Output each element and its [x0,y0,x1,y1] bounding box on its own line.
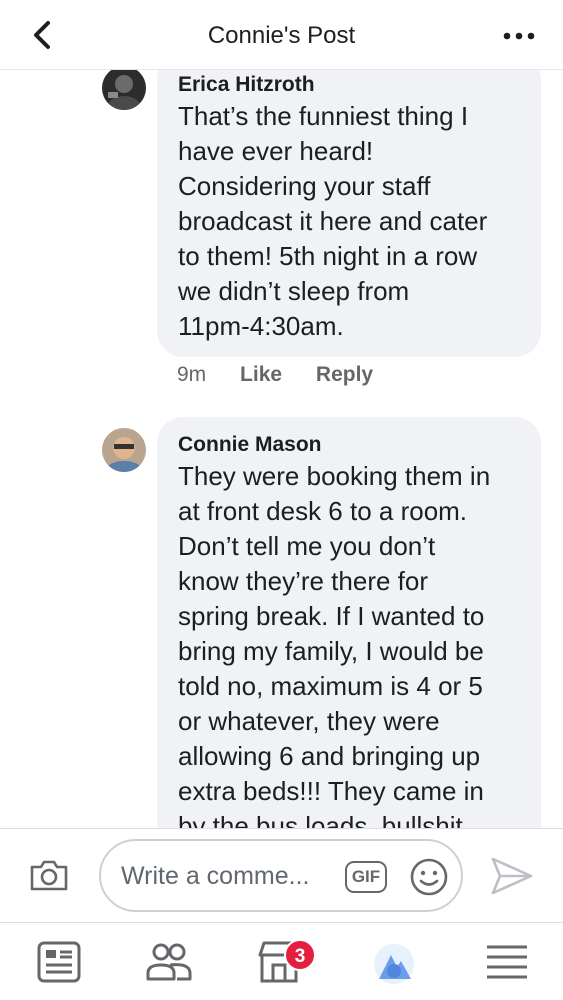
avatar[interactable] [102,428,146,472]
like-button[interactable]: Like [240,363,282,386]
profile-avatar[interactable] [371,941,417,987]
comment-actions: 9m Like Reply [177,363,401,387]
emoji-icon[interactable] [409,857,449,897]
comment-bubble[interactable]: Erica Hitzroth That’s the funniest thing… [157,70,541,357]
news-feed-icon[interactable] [34,937,84,987]
reply-button[interactable]: Reply [316,363,373,386]
avatar[interactable] [102,70,146,110]
page-title: Connie's Post [207,22,356,49]
comment-author[interactable]: Erica Hitzroth [178,71,519,99]
menu-icon[interactable] [482,937,532,987]
comment-bubble[interactable]: Connie Mason They were booking them in a… [157,417,541,828]
comment-timestamp: 9m [177,363,207,386]
top-bar: Connie's Post [0,0,563,70]
notification-badge: 3 [284,939,316,971]
comment-placeholder: Write a comme... [121,862,310,890]
comment-composer: Write a comme... GIF [0,828,563,922]
comment-list[interactable]: Erica Hitzroth That’s the funniest thing… [0,70,563,828]
comment-text: That’s the funniest thing I have ever he… [178,101,488,341]
more-horizontal-icon[interactable] [499,22,539,50]
gif-button[interactable]: GIF [345,861,387,893]
friends-icon[interactable] [144,937,194,987]
comment-text: They were booking them in at front desk … [178,461,491,828]
comment-input[interactable]: Write a comme... GIF [99,839,463,912]
send-icon[interactable] [489,854,535,898]
camera-icon[interactable] [28,857,70,893]
comment-author[interactable]: Connie Mason [178,431,519,459]
bottom-tab-bar: 3 [0,922,563,1000]
